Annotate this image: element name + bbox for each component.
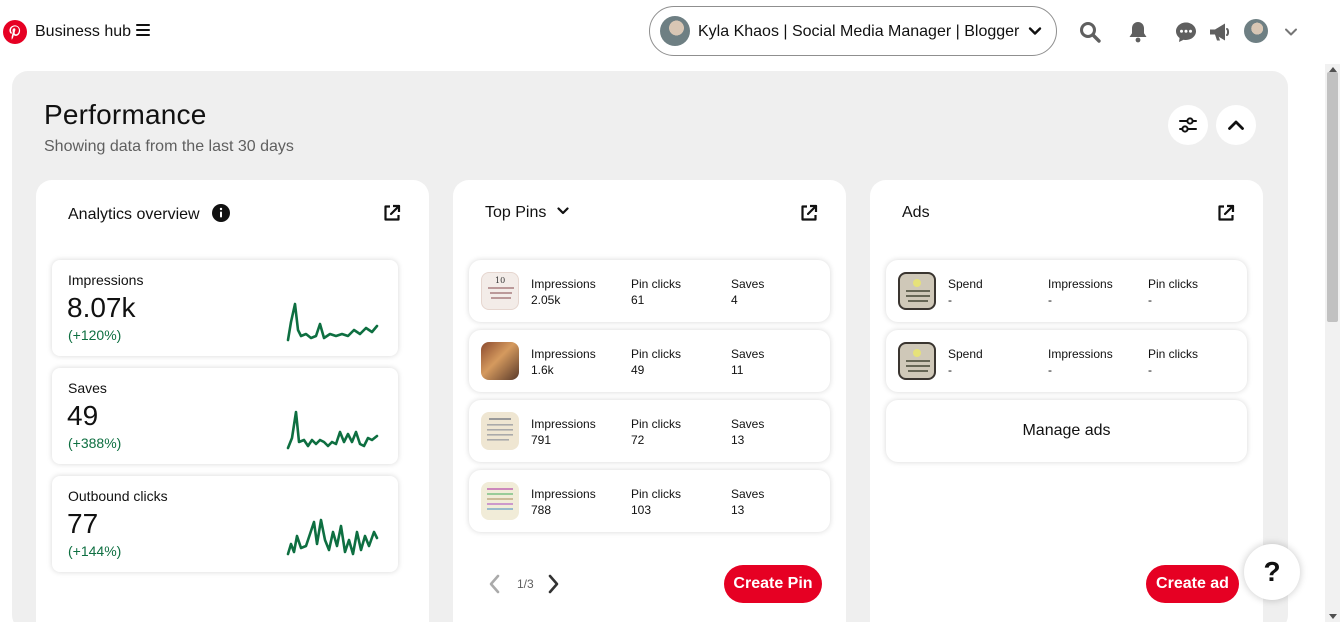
svg-text:10: 10 bbox=[495, 276, 505, 285]
spend-stat: Spend - bbox=[948, 277, 983, 307]
outbound-clicks-sparkline bbox=[286, 518, 379, 556]
pin-thumbnail bbox=[481, 342, 519, 380]
top-pin-row[interactable]: 10 Impressions 2.05k Pin clicks 61 Saves 4 bbox=[469, 260, 830, 322]
pin-clicks-stat: Pin clicks 72 bbox=[631, 417, 682, 447]
manage-ads-button[interactable]: Manage ads bbox=[886, 400, 1247, 462]
pin-clicks-stat: Pin clicks - bbox=[1148, 347, 1199, 377]
metric-outbound-clicks[interactable]: Outbound clicks 77 (+144%) bbox=[52, 476, 398, 572]
external-link-icon[interactable] bbox=[383, 204, 401, 222]
top-pins-dropdown[interactable]: Top Pins bbox=[485, 204, 569, 222]
chevron-down-icon bbox=[557, 207, 569, 215]
metric-saves[interactable]: Saves 49 (+388%) bbox=[52, 368, 398, 464]
metric-value: 77 bbox=[67, 508, 99, 539]
avatar[interactable] bbox=[1244, 19, 1268, 43]
filter-button[interactable] bbox=[1168, 105, 1208, 145]
bell-icon[interactable] bbox=[1126, 20, 1150, 44]
top-pin-row[interactable]: Impressions 1.6k Pin clicks 49 Saves 11 bbox=[469, 330, 830, 392]
top-pins-label: Top Pins bbox=[485, 204, 547, 221]
external-link-icon[interactable] bbox=[800, 204, 818, 222]
chevron-left-icon[interactable] bbox=[485, 573, 505, 595]
metric-impressions[interactable]: Impressions 8.07k (+120%) bbox=[52, 260, 398, 356]
collapse-button[interactable] bbox=[1216, 105, 1256, 145]
top-bar: Business hub Kyla Khaos | Social Media M… bbox=[0, 0, 1325, 64]
analytics-overview-card: Analytics overview Impressions 8.07k (+1… bbox=[36, 180, 429, 622]
page-subtitle: Showing data from the last 30 days bbox=[44, 138, 294, 155]
metric-value: 49 bbox=[67, 400, 99, 431]
chevron-down-icon bbox=[1028, 27, 1042, 35]
top-pins-card: Top Pins 10 Impressions 2.05k Pin clicks 6… bbox=[453, 180, 846, 622]
chevron-up-icon bbox=[1228, 120, 1244, 130]
impressions-stat: Impressions 2.05k bbox=[531, 277, 596, 307]
pin-clicks-stat: Pin clicks 61 bbox=[631, 277, 682, 307]
pin-thumbnail bbox=[481, 482, 519, 520]
metric-label: Impressions bbox=[68, 272, 144, 288]
metric-label: Saves bbox=[68, 380, 107, 396]
impressions-stat: Impressions 791 bbox=[531, 417, 596, 447]
menu-icon[interactable] bbox=[136, 24, 150, 38]
megaphone-icon[interactable] bbox=[1208, 20, 1232, 44]
pin-clicks-stat: Pin clicks - bbox=[1148, 277, 1199, 307]
metric-label: Outbound clicks bbox=[68, 488, 168, 504]
chevron-down-icon[interactable] bbox=[1284, 25, 1298, 39]
page-indicator: 1/3 bbox=[517, 577, 534, 591]
ad-thumbnail bbox=[898, 272, 936, 310]
business-hub-title: Business hub bbox=[35, 23, 132, 40]
pin-clicks-stat: Pin clicks 103 bbox=[631, 487, 682, 517]
ads-title: Ads bbox=[902, 204, 930, 221]
pin-clicks-stat: Pin clicks 49 bbox=[631, 347, 682, 377]
info-icon[interactable] bbox=[212, 204, 231, 222]
pin-thumbnail bbox=[481, 412, 519, 450]
metric-change: (+388%) bbox=[68, 435, 122, 451]
impressions-stat: Impressions 788 bbox=[531, 487, 596, 517]
pinterest-logo-icon[interactable] bbox=[3, 20, 27, 44]
pin-thumbnail: 10 bbox=[481, 272, 519, 310]
ads-card: Ads Spend - Impressions - Pin clicks - Spen… bbox=[870, 180, 1263, 622]
saves-stat: Saves 13 bbox=[731, 487, 765, 517]
page-scrollbar[interactable] bbox=[1325, 64, 1340, 622]
analytics-overview-title: Analytics overview bbox=[68, 204, 231, 224]
ad-row[interactable]: Spend - Impressions - Pin clicks - bbox=[886, 260, 1247, 322]
ad-row[interactable]: Spend - Impressions - Pin clicks - bbox=[886, 330, 1247, 392]
top-pin-row[interactable]: Impressions 788 Pin clicks 103 Saves 13 bbox=[469, 470, 830, 532]
metric-change: (+144%) bbox=[68, 543, 122, 559]
impressions-stat: Impressions - bbox=[1048, 277, 1113, 307]
saves-stat: Saves 11 bbox=[731, 347, 765, 377]
impressions-sparkline bbox=[286, 302, 379, 342]
metric-change: (+120%) bbox=[68, 327, 122, 343]
page-title: Performance bbox=[44, 99, 207, 130]
sliders-icon bbox=[1179, 117, 1197, 133]
create-ad-button[interactable]: Create ad bbox=[1146, 565, 1239, 603]
impressions-stat: Impressions - bbox=[1048, 347, 1113, 377]
scrollbar-thumb[interactable] bbox=[1327, 72, 1338, 322]
create-pin-button[interactable]: Create Pin bbox=[724, 565, 822, 603]
ad-thumbnail bbox=[898, 342, 936, 380]
account-avatar bbox=[660, 16, 690, 46]
help-button[interactable]: ? bbox=[1244, 544, 1300, 600]
saves-stat: Saves 4 bbox=[731, 277, 765, 307]
impressions-stat: Impressions 1.6k bbox=[531, 347, 596, 377]
account-name: Kyla Khaos | Social Media Manager | Blog… bbox=[698, 23, 1020, 40]
account-switcher[interactable]: Kyla Khaos | Social Media Manager | Blog… bbox=[649, 6, 1057, 56]
chevron-right-icon[interactable] bbox=[543, 573, 563, 595]
spend-stat: Spend - bbox=[948, 347, 983, 377]
performance-section: Performance Showing data from the last 3… bbox=[12, 71, 1288, 622]
scroll-down-arrow[interactable] bbox=[1329, 614, 1337, 619]
analytics-overview-label: Analytics overview bbox=[68, 206, 200, 223]
messages-icon[interactable] bbox=[1174, 20, 1198, 44]
top-pin-row[interactable]: Impressions 791 Pin clicks 72 Saves 13 bbox=[469, 400, 830, 462]
saves-stat: Saves 13 bbox=[731, 417, 765, 447]
metric-value: 8.07k bbox=[67, 292, 136, 323]
external-link-icon[interactable] bbox=[1217, 204, 1235, 222]
search-icon[interactable] bbox=[1078, 20, 1102, 44]
saves-sparkline bbox=[286, 410, 379, 450]
